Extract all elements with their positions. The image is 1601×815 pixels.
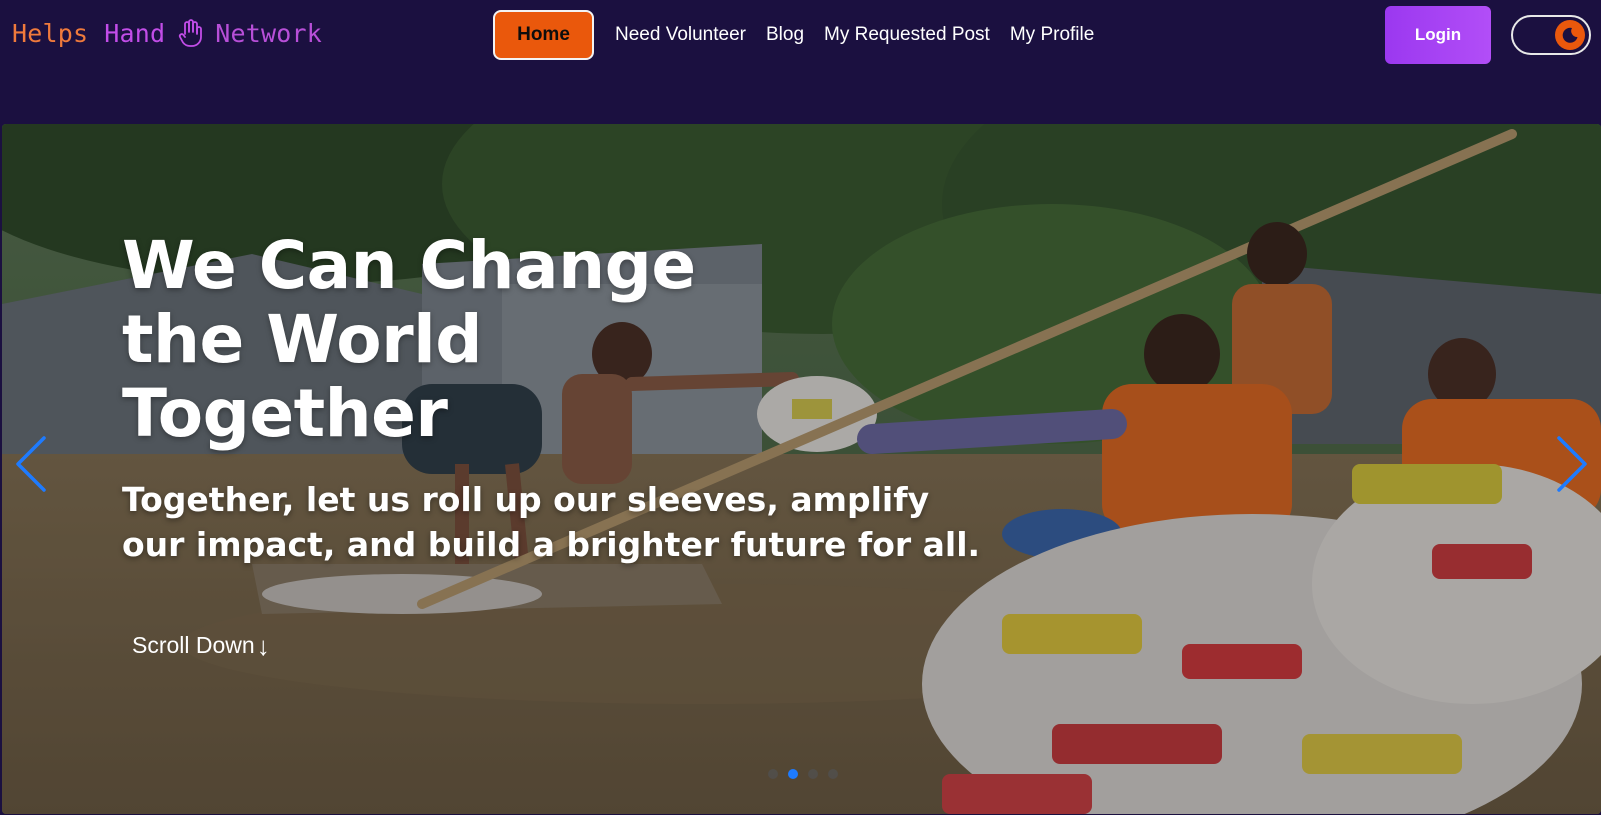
brand-word-network: Network: [215, 18, 323, 48]
carousel-dot-4[interactable]: [828, 769, 838, 779]
nav-my-profile[interactable]: My Profile: [1010, 24, 1094, 46]
scroll-down-button[interactable]: Scroll Down ↓: [132, 632, 270, 659]
carousel-prev-button[interactable]: [14, 434, 50, 494]
hero-carousel: We Can Change the World Together Togethe…: [2, 124, 1601, 814]
chevron-right-icon: [1557, 436, 1587, 492]
nav-need-volunteer[interactable]: Need Volunteer: [615, 24, 746, 46]
carousel-next-button[interactable]: [1553, 434, 1589, 494]
main-nav: Home Need Volunteer Blog My Requested Po…: [493, 9, 1094, 61]
navbar: Helps Hand Network Home Need Volunteer B…: [0, 0, 1601, 122]
nav-my-requested-post[interactable]: My Requested Post: [824, 24, 990, 46]
carousel-dot-3[interactable]: [808, 769, 818, 779]
nav-home-button[interactable]: Home: [493, 10, 594, 60]
hero-subtitle: Together, let us roll up our sleeves, am…: [122, 480, 981, 564]
nav-blog[interactable]: Blog: [766, 24, 804, 46]
carousel-dot-2[interactable]: [788, 769, 798, 779]
theme-toggle[interactable]: [1511, 15, 1591, 55]
carousel-indicators: [768, 769, 848, 779]
chevron-left-icon: [16, 436, 46, 492]
scroll-down-label: Scroll Down: [132, 632, 255, 658]
login-button[interactable]: Login: [1385, 6, 1491, 64]
brand-logo[interactable]: Helps Hand Network: [12, 18, 322, 48]
hero-title: We Can Change the World Together: [122, 227, 696, 452]
arrow-down-icon: ↓: [256, 630, 270, 661]
brand-word-helps: Helps: [12, 18, 89, 48]
carousel-dot-1[interactable]: [768, 769, 778, 779]
moon-icon: [1555, 20, 1585, 50]
brand-word-hand: Hand: [104, 18, 166, 48]
hand-icon: [177, 18, 203, 48]
